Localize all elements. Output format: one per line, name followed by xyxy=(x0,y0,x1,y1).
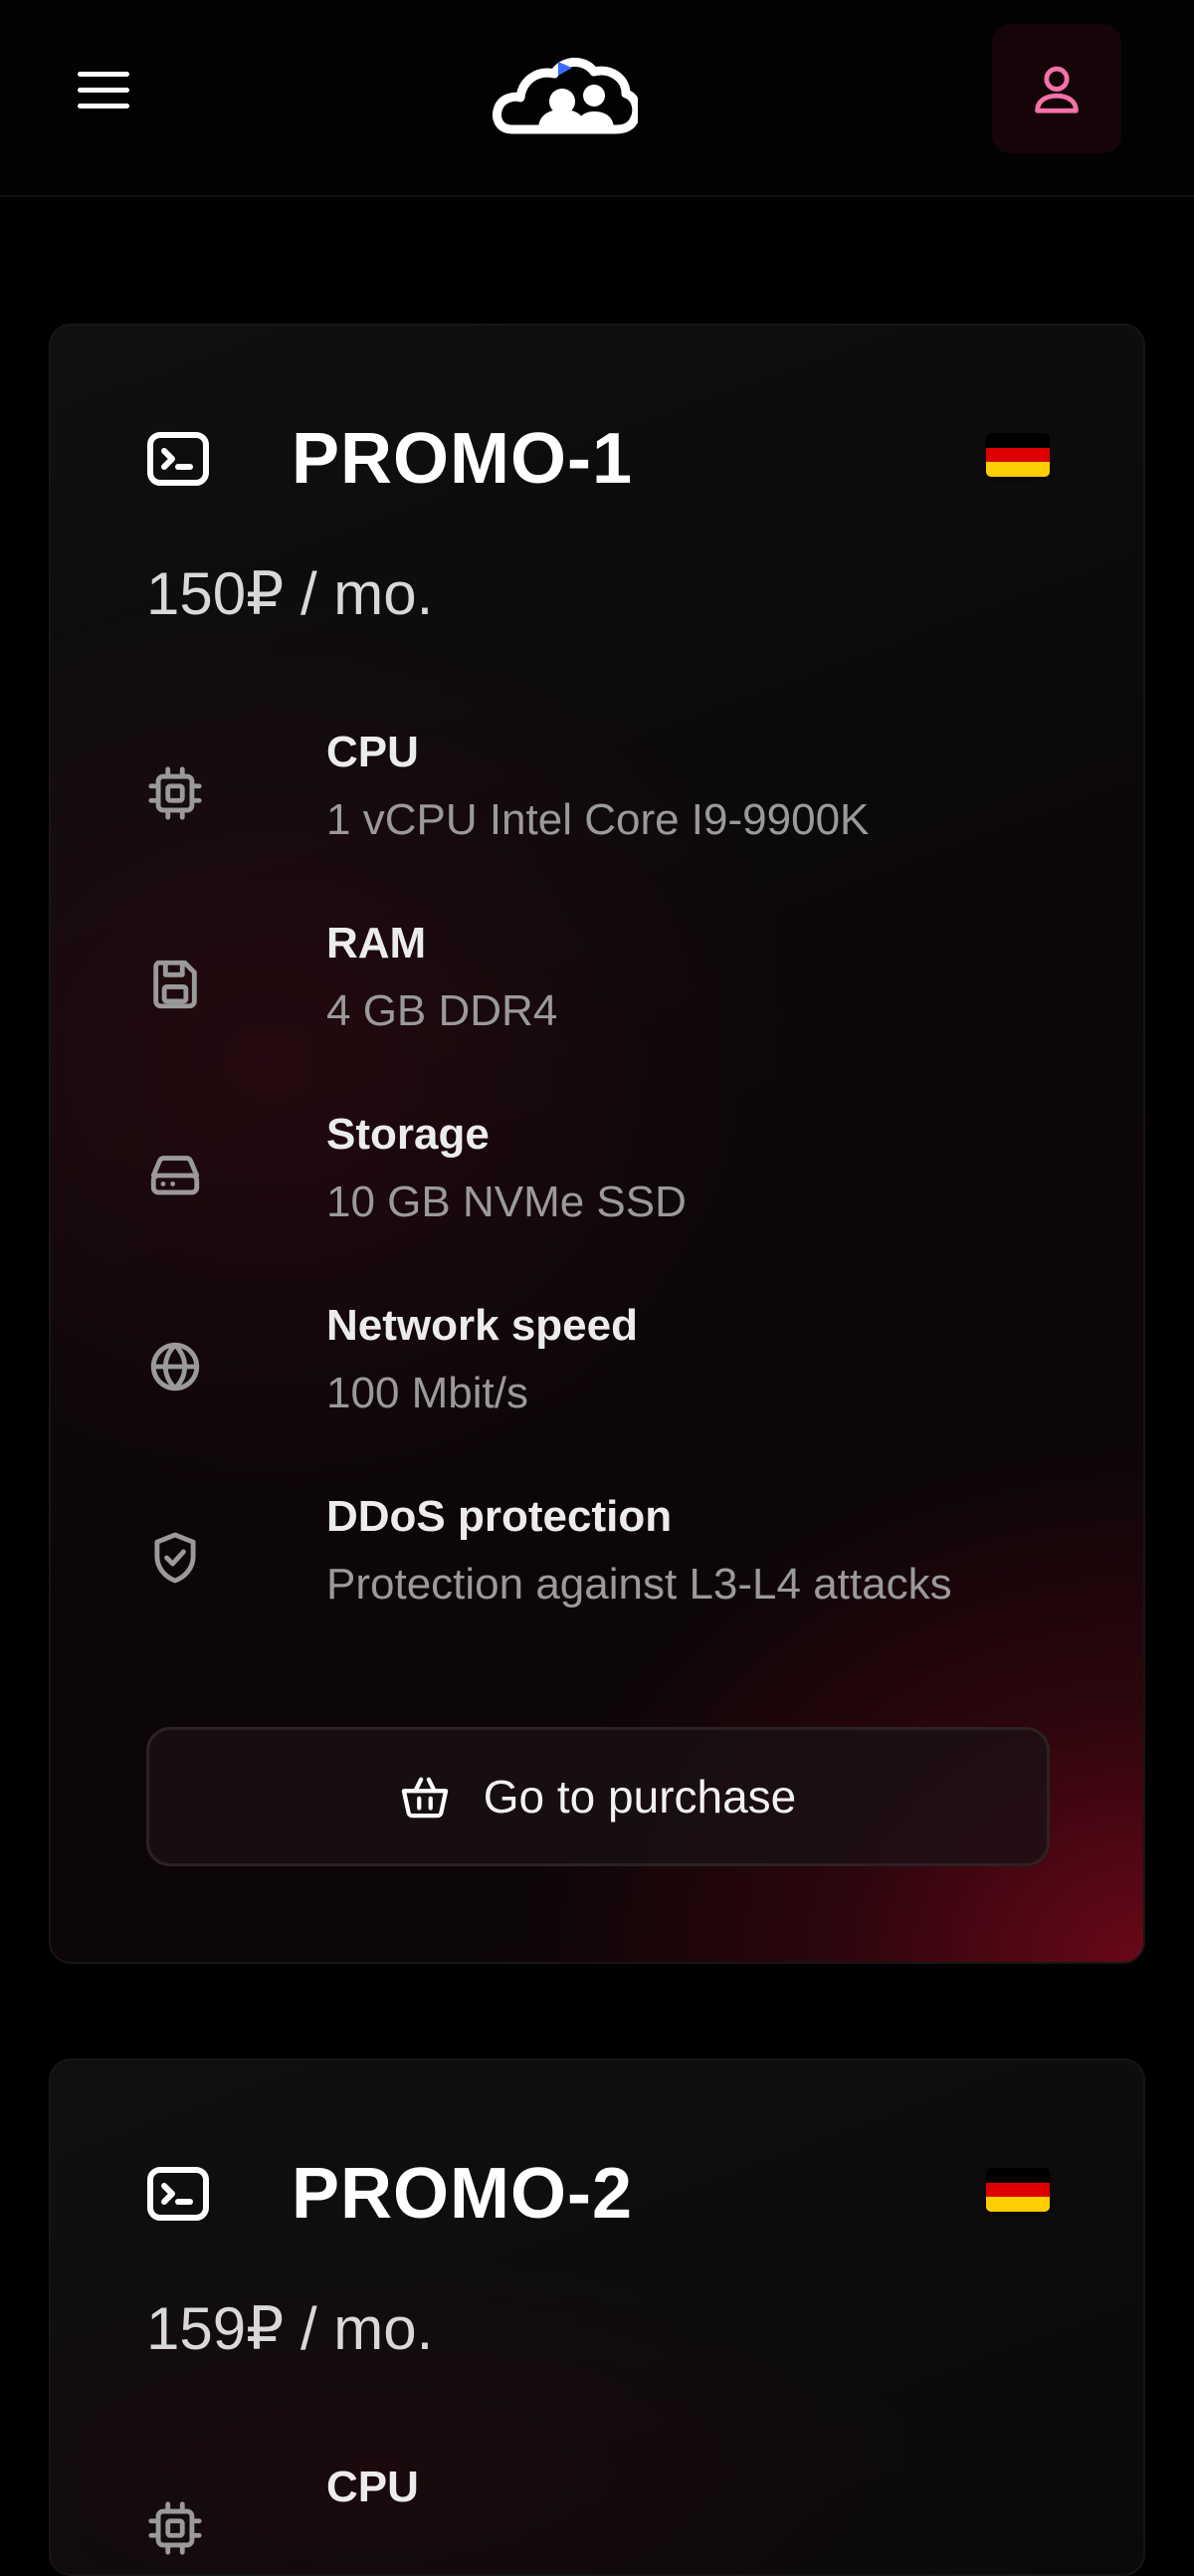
go-to-purchase-button[interactable]: Go to purchase xyxy=(146,1727,1050,1866)
spec-title: Storage xyxy=(326,1110,490,1159)
germany-flag-icon xyxy=(986,2168,1050,2212)
globe-icon xyxy=(150,1342,200,1392)
plan-header: PROMO-1 xyxy=(146,423,633,495)
spec-value: 1 vCPU Intel Core I9-9900K xyxy=(326,795,870,844)
spec-value: Protection against L3-L4 attacks xyxy=(326,1560,952,1609)
spec-item-network-speed: Network speed 100 Mbit/s xyxy=(146,1300,1101,1491)
shield-check-icon xyxy=(154,1532,196,1584)
cpu-icon xyxy=(148,2501,202,2555)
spec-list: CPU xyxy=(146,2462,1101,2574)
plan-card-promo-2: PROMO-2 159₽ / mo. CPU xyxy=(49,2058,1145,2576)
top-bar xyxy=(0,0,1194,197)
spec-item-cpu: CPU xyxy=(146,2462,1101,2574)
user-icon xyxy=(1035,66,1079,113)
spec-list: CPU 1 vCPU Intel Core I9-9900K RAM 4 GB … xyxy=(146,727,1101,1682)
storage-icon xyxy=(150,1156,200,1195)
purchase-button-label: Go to purchase xyxy=(483,1771,797,1823)
plan-name: PROMO-1 xyxy=(292,419,634,499)
spec-title: Network speed xyxy=(326,1301,638,1350)
plan-header: PROMO-2 xyxy=(146,2158,633,2230)
spec-item-storage: Storage 10 GB NVMe SSD xyxy=(146,1109,1101,1300)
spec-title: RAM xyxy=(326,919,427,967)
spec-value: 4 GB DDR4 xyxy=(326,986,558,1035)
plan-price: 150₽ / mo. xyxy=(146,560,434,627)
terminal-icon xyxy=(147,2167,209,2221)
terminal-icon xyxy=(147,432,209,486)
plan-name: PROMO-2 xyxy=(292,2154,634,2234)
cpu-icon xyxy=(148,766,202,820)
ram-icon xyxy=(153,960,197,1009)
spec-item-ram: RAM 4 GB DDR4 xyxy=(146,918,1101,1109)
plan-card-promo-1: PROMO-1 150₽ / mo. CPU 1 vCPU Intel Core… xyxy=(49,323,1145,1964)
spec-value: 100 Mbit/s xyxy=(326,1369,528,1417)
spec-item-ddos-protection: DDoS protection Protection against L3-L4… xyxy=(146,1491,1101,1682)
user-account-button[interactable] xyxy=(992,24,1121,153)
germany-flag-icon xyxy=(986,433,1050,477)
spec-item-cpu: CPU 1 vCPU Intel Core I9-9900K xyxy=(146,727,1101,918)
spec-title: CPU xyxy=(326,728,419,776)
spec-title: CPU xyxy=(326,2463,419,2511)
spec-value: 10 GB NVMe SSD xyxy=(326,1178,687,1226)
cloud-logo-icon[interactable] xyxy=(493,44,638,135)
basket-icon xyxy=(401,1777,448,1819)
hamburger-menu-icon[interactable] xyxy=(78,62,137,117)
spec-title: DDoS protection xyxy=(326,1492,673,1541)
plan-price: 159₽ / mo. xyxy=(146,2295,434,2362)
